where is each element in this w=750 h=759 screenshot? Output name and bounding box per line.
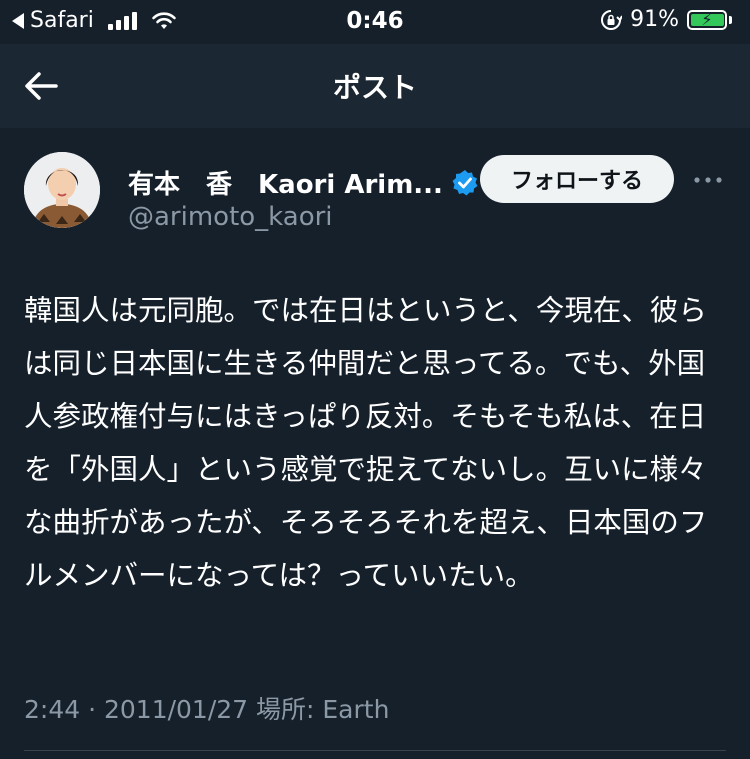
author-name-row[interactable]: 有本 香 Kaori Arim... <box>128 164 479 201</box>
battery-charging-icon: ⚡ <box>687 9 727 30</box>
lock-rotation-icon <box>601 9 623 30</box>
divider <box>24 750 726 751</box>
follow-button[interactable]: フォローする <box>480 155 674 203</box>
battery-percent: 91% <box>630 7 679 32</box>
tweet-meta[interactable]: 2:44 · 2011/01/27 場所: Earth <box>24 690 389 726</box>
verified-badge-icon <box>452 169 478 195</box>
avatar-image <box>24 152 100 228</box>
avatar[interactable] <box>24 152 100 228</box>
author-handle: @arimoto_kaori <box>128 202 333 232</box>
author-name: 有本 香 Kaori Arim... <box>128 170 443 200</box>
battery-cap <box>729 15 732 24</box>
tweet-text: 韓国人は元同胞。では在日はというと、今現在、彼らは同じ日本国に生きる仲間だと思っ… <box>24 294 708 592</box>
nav-bar: ポスト <box>0 44 750 128</box>
status-right: 91% ⚡ <box>600 7 732 32</box>
status-bar: Safari 0:46 91% ⚡ <box>0 0 750 44</box>
more-horizontal-icon[interactable] <box>690 162 726 198</box>
author-header: 有本 香 Kaori Arim... @arimoto_kaori フォローする <box>24 152 726 242</box>
page-title: ポスト <box>332 71 417 104</box>
